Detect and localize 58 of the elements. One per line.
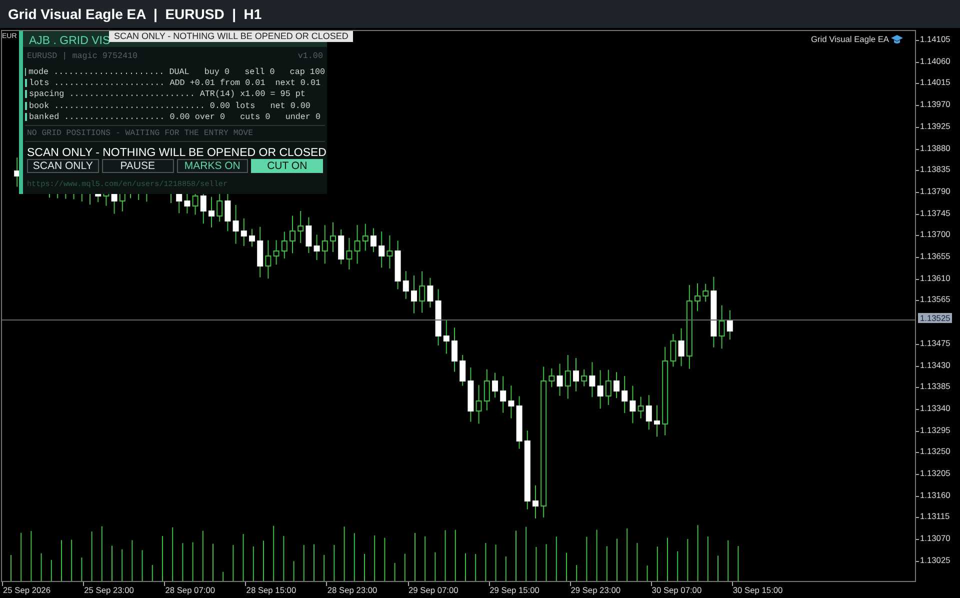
time-label: 29 Sep 07:00 (408, 585, 458, 595)
price-label: 1.13970 (920, 99, 950, 110)
row-marker-icon (25, 90, 27, 98)
status-text: NO GRID POSITIONS - WAITING FOR THE ENTRY MOVE (26, 129, 254, 138)
ea-name-label: Grid Visual Eagle EA (810, 34, 889, 44)
price-label: 1.13025 (920, 554, 950, 565)
version-label: v1.00 (298, 51, 323, 61)
time-label: 28 Sep 07:00 (165, 585, 216, 595)
stat-row: book .............................. 0.00 lots net 0.00 (29, 100, 310, 111)
price-label: 1.14060 (920, 56, 950, 66)
time-label: 25 Sep 23:00 (84, 585, 134, 595)
price-label: 1.13205 (920, 468, 950, 478)
time-label: 25 Sep 2026 (3, 585, 51, 595)
price-label: 1.13655 (920, 251, 950, 261)
panel-button[interactable]: CUT ON (251, 159, 323, 174)
stat-row: banked .................... 0.00 over 0 cuts 0 under 0 (29, 112, 320, 122)
panel-button[interactable]: MARKS ON (176, 159, 248, 174)
panel-title: AJB . GRID VIS (29, 35, 110, 47)
price-label: 1.13250 (920, 446, 950, 456)
price-label: 1.13070 (920, 533, 950, 544)
price-label: 1.13610 (920, 272, 950, 283)
row-marker-icon (25, 102, 27, 110)
mode-banner-text: SCAN ONLY - NOTHING WILL BE OPENED OR CLOSED (26, 146, 327, 160)
price-label: 1.13340 (920, 402, 950, 413)
panel-button[interactable]: PAUSE (102, 159, 174, 174)
row-marker-icon (25, 68, 26, 76)
price-label: 1.14105 (920, 34, 950, 44)
row-marker-icon (25, 112, 27, 121)
time-label: 28 Sep 23:00 (327, 585, 378, 595)
price-label: 1.13790 (920, 186, 950, 196)
time-label: 29 Sep 23:00 (570, 585, 621, 595)
row-marker-icon (25, 78, 27, 87)
price-label: 1.13160 (920, 490, 950, 500)
stat-row: mode ...................... DUAL buy 0 sell 0 cap 100 (28, 66, 325, 77)
price-label: 1.13565 (920, 294, 950, 304)
price-label: 1.13385 (920, 381, 950, 392)
price-label: 1.13700 (920, 229, 950, 240)
price-label: 1.13430 (920, 360, 950, 370)
price-label: 1.13835 (920, 164, 950, 174)
stat-row: lots ...................... ADD +0.01 from 0.01 next 0.01 (29, 78, 320, 88)
price-label: 1.14015 (920, 77, 950, 88)
account-label: EURUSD | magic 9752410 (27, 51, 138, 61)
time-label: 29 Sep 15:00 (490, 585, 540, 595)
price-label: 1.13295 (920, 424, 950, 435)
price-label: 1.13880 (920, 142, 950, 152)
time-label: 30 Sep 07:00 (652, 585, 702, 595)
current-price-label: 1.13525 (918, 313, 952, 323)
price-label: 1.13475 (920, 338, 950, 348)
graduation-cap-icon (891, 34, 903, 44)
price-label: 1.13115 (920, 511, 950, 522)
panel-button[interactable]: SCAN ONLY (27, 159, 99, 174)
window-title: Grid Visual Eagle EA | EURUSD | H1 (8, 6, 262, 22)
time-label: 28 Sep 15:00 (246, 585, 296, 595)
tooltip: SCAN ONLY - NOTHING WILL BE OPENED OR CLOSED (109, 31, 354, 42)
price-label: 1.13925 (920, 120, 950, 131)
time-label: 30 Sep 15:00 (732, 585, 783, 595)
stat-row: spacing ......................... ATR(14) x1.00 = 95 pt (29, 89, 306, 100)
price-label: 1.13745 (920, 208, 950, 218)
